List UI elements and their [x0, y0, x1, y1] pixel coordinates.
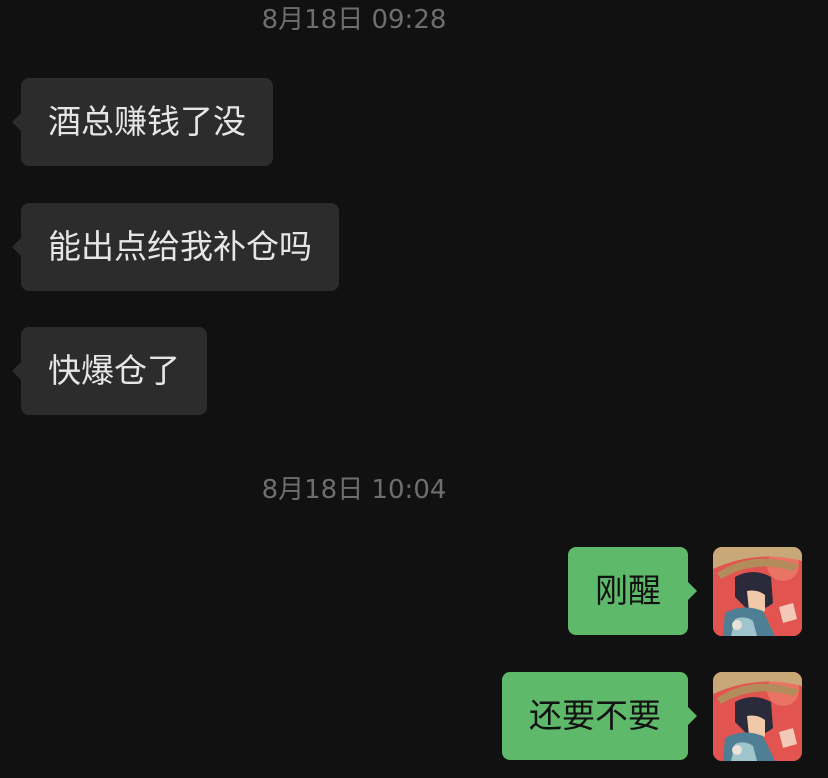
outgoing-message-bubble[interactable]: 还要不要: [502, 672, 697, 760]
timestamp: 8月18日 09:28: [261, 5, 447, 35]
anime-character-avatar-icon: [713, 672, 802, 761]
incoming-message-bubble[interactable]: 能出点给我补仓吗: [12, 203, 339, 291]
self-avatar[interactable]: [713, 547, 802, 636]
incoming-message-bubble[interactable]: 快爆仓了: [12, 327, 207, 415]
timestamp: 8月18日 10:04: [261, 475, 447, 505]
incoming-message-bubble[interactable]: 酒总赚钱了没: [12, 78, 273, 166]
self-avatar[interactable]: [713, 672, 802, 761]
outgoing-message-bubble[interactable]: 刚醒: [568, 547, 697, 635]
anime-character-avatar-icon: [713, 547, 802, 636]
